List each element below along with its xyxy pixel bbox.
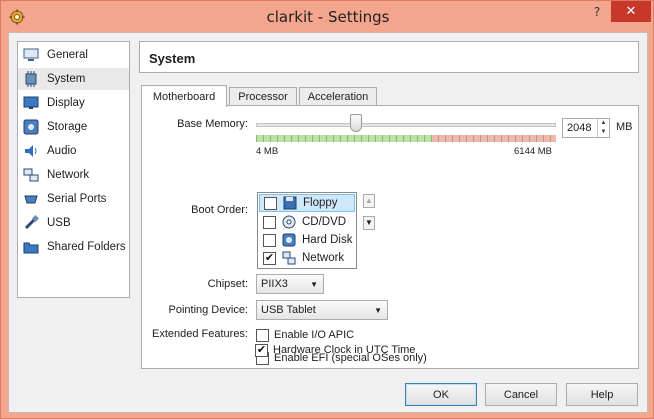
chipset-select[interactable]: PIIX3 ▼ xyxy=(256,274,324,294)
sidebar-item-label: Network xyxy=(47,169,90,181)
boot-item-label: Network xyxy=(302,252,345,264)
help-button[interactable]: Help xyxy=(566,383,638,406)
window-title: clarkit - Settings xyxy=(266,8,390,26)
utc-clock-checkbox[interactable]: ✔ xyxy=(255,343,268,357)
boot-order-list[interactable]: Floppy CD/DVD Hard Disk ✔ Network xyxy=(257,192,357,269)
memory-spin-buttons[interactable]: ▲ ▼ xyxy=(597,119,609,137)
sidebar-item-usb[interactable]: USB xyxy=(18,212,129,234)
pointing-device-label: Pointing Device: xyxy=(168,304,249,316)
title-help-button[interactable]: ? xyxy=(586,1,608,22)
sidebar-item-general[interactable]: General xyxy=(18,44,129,66)
hard-disk-icon xyxy=(282,233,296,247)
sidebar-item-label: USB xyxy=(47,217,71,229)
sidebar-item-label: Display xyxy=(47,97,85,109)
sidebar-item-label: General xyxy=(47,49,88,61)
usb-icon xyxy=(23,215,39,231)
tab-processor[interactable]: Processor xyxy=(229,87,297,106)
chipset-value: PIIX3 xyxy=(261,278,288,290)
speaker-icon xyxy=(23,143,39,159)
boot-item-label: Floppy xyxy=(303,197,338,209)
sidebar-item-serial-ports[interactable]: Serial Ports xyxy=(18,188,129,210)
tab-acceleration[interactable]: Acceleration xyxy=(299,87,377,106)
boot-checkbox-cd-dvd[interactable] xyxy=(263,215,276,229)
boot-checkbox-hard-disk[interactable] xyxy=(263,233,276,247)
floppy-icon xyxy=(283,196,297,210)
chip-icon xyxy=(23,71,39,87)
network-icon xyxy=(23,167,39,183)
utc-clock-checkbox-row[interactable]: ✔ Hardware Clock in UTC Time xyxy=(255,342,415,358)
settings-window: clarkit - Settings ? ✕ General System Di… xyxy=(0,0,654,419)
boot-order-label: Boot Order: xyxy=(191,204,248,216)
io-apic-checkbox-row[interactable]: Enable I/O APIC xyxy=(256,327,354,343)
page-title: System xyxy=(149,51,196,66)
base-memory-label: Base Memory: xyxy=(177,118,248,130)
memory-value: 2048 xyxy=(567,122,592,134)
memory-slider-ticks xyxy=(256,135,556,142)
chipset-label: Chipset: xyxy=(207,278,248,290)
sidebar-item-label: Storage xyxy=(47,121,88,133)
boot-item-label: CD/DVD xyxy=(302,216,347,228)
chevron-down-icon: ▼ xyxy=(310,280,318,289)
sidebar-item-label: Audio xyxy=(47,145,77,157)
page-header: System xyxy=(139,41,639,73)
ok-button[interactable]: OK xyxy=(405,383,477,406)
monitor-icon xyxy=(23,47,39,63)
memory-slider-track[interactable] xyxy=(256,123,556,127)
boot-item-label: Hard Disk xyxy=(302,234,353,246)
serial-port-icon xyxy=(23,191,39,207)
sidebar-item-shared-folders[interactable]: Shared Folders xyxy=(18,236,129,258)
folder-icon xyxy=(23,239,39,255)
boot-item-network[interactable]: ✔ Network xyxy=(259,249,355,267)
close-button[interactable]: ✕ xyxy=(611,1,651,22)
boot-checkbox-network[interactable]: ✔ xyxy=(263,251,276,265)
motherboard-panel: Base Memory: 4 MB 6144 MB 2048 ▲ ▼ MB Boo… xyxy=(141,105,639,369)
io-apic-label: Enable I/O APIC xyxy=(274,329,355,341)
settings-client-area: General System Display Storage Audio Net… xyxy=(8,32,648,413)
pointing-device-value: USB Tablet xyxy=(261,304,316,316)
cd-icon xyxy=(282,215,296,229)
sidebar-item-label: Serial Ports xyxy=(47,193,107,205)
boot-checkbox-floppy[interactable] xyxy=(264,196,277,210)
settings-sidebar: General System Display Storage Audio Net… xyxy=(17,41,130,298)
boot-item-hard-disk[interactable]: Hard Disk xyxy=(259,231,355,249)
memory-max-label: 6144 MB xyxy=(514,146,553,157)
disk-icon xyxy=(23,119,39,135)
title-bar: clarkit - Settings ? ✕ xyxy=(1,1,654,33)
display-icon xyxy=(23,95,39,111)
tab-motherboard[interactable]: Motherboard xyxy=(141,85,227,107)
sidebar-item-storage[interactable]: Storage xyxy=(18,116,129,138)
utc-clock-label: Hardware Clock in UTC Time xyxy=(273,344,416,356)
sidebar-item-label: Shared Folders xyxy=(47,241,126,253)
move-down-button[interactable]: ▼ xyxy=(363,216,375,230)
memory-min-label: 4 MB xyxy=(256,146,279,157)
sidebar-item-network[interactable]: Network xyxy=(18,164,129,186)
memory-slider-handle[interactable] xyxy=(349,114,362,132)
chevron-down-icon: ▼ xyxy=(374,306,382,315)
sidebar-item-audio[interactable]: Audio xyxy=(18,140,129,162)
extended-features-label: Extended Features: xyxy=(151,328,248,340)
boot-item-floppy[interactable]: Floppy xyxy=(259,194,355,212)
network-icon xyxy=(282,251,296,265)
sidebar-item-display[interactable]: Display xyxy=(18,92,129,114)
sidebar-item-label: System xyxy=(47,73,86,85)
sidebar-item-system[interactable]: System xyxy=(18,68,129,90)
pointing-device-select[interactable]: USB Tablet ▼ xyxy=(256,300,388,320)
boot-item-cd-dvd[interactable]: CD/DVD xyxy=(259,213,355,231)
io-apic-checkbox[interactable] xyxy=(256,328,269,342)
memory-spinbox[interactable]: 2048 ▲ ▼ xyxy=(562,118,610,138)
memory-unit-label: MB xyxy=(616,121,633,133)
cancel-button[interactable]: Cancel xyxy=(485,383,557,406)
move-up-button[interactable]: ▲ xyxy=(363,194,375,208)
